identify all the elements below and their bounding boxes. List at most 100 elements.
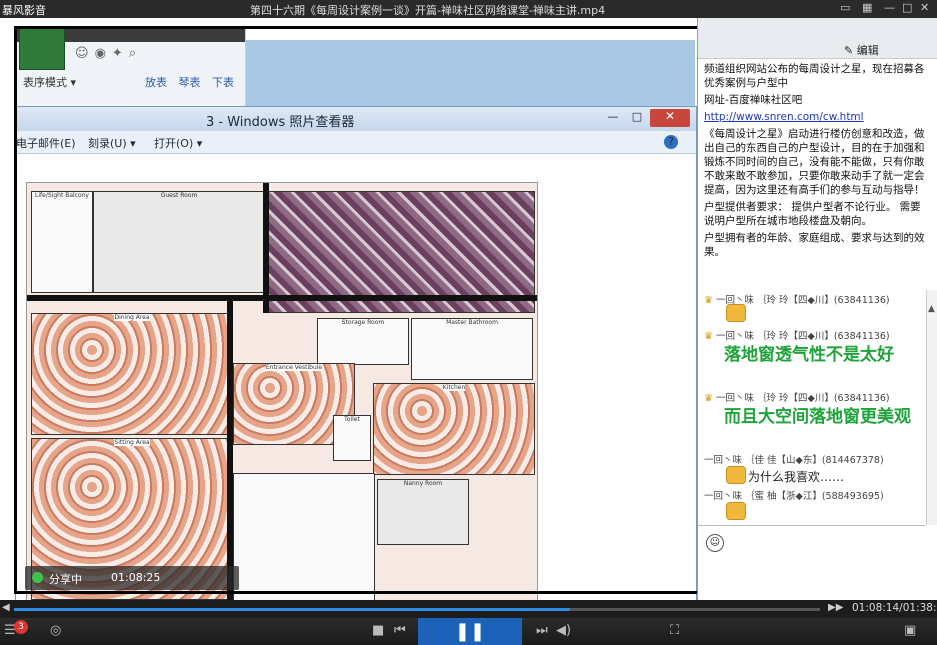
previous-icon[interactable]: ⏮ [394, 623, 406, 638]
viewer-minimize-button[interactable]: — [602, 110, 624, 126]
floor-plan-image: Life/Sight Balcony Guest Room Dining Are… [26, 182, 538, 604]
room-balcony: Life/Sight Balcony [31, 191, 93, 293]
emoji-picker-icon[interactable]: ☺ [706, 534, 724, 552]
image-canvas[interactable]: Life/Sight Balcony Guest Room Dining Are… [16, 154, 696, 604]
stairwell [233, 473, 375, 601]
frame-line [14, 26, 17, 594]
maximize-icon[interactable]: □ [902, 1, 912, 14]
frame-line [14, 591, 810, 594]
notice-line: 户型提供者要求： 提供户型者不论行业。 需要说明户型所在城市地段楼盘及朝向。 [704, 201, 921, 227]
room-dining: Dining Area [31, 313, 233, 435]
thumbs-up-icon [726, 502, 746, 520]
menu-burn[interactable]: 刻录(U) ▾ [88, 135, 136, 151]
chat-input-area[interactable]: ☺ [698, 525, 926, 601]
help-icon[interactable]: ? [664, 135, 678, 149]
wall [27, 295, 537, 301]
emoji-icon [726, 466, 746, 484]
notification-badge[interactable]: 3 [14, 620, 28, 634]
avatar[interactable] [19, 28, 65, 70]
crown-icon: ♛ [704, 331, 713, 342]
user-icon[interactable]: ☺ [75, 46, 95, 61]
room-label: Dining Area [114, 314, 150, 321]
room-label: Storage Room [341, 319, 385, 326]
room-label: Kitchen [442, 384, 466, 391]
edit-button[interactable]: ✎ 编辑 [844, 42, 879, 58]
time-display: 01:08:14/01:38:0 [852, 602, 937, 614]
room-nanny: Nanny Room [377, 479, 469, 545]
room-master-bathroom: Master Bathroom [411, 318, 533, 380]
chat-header: ✎ 编辑 [698, 18, 937, 59]
toolbox-icon[interactable]: ▣ [904, 623, 916, 638]
pause-button[interactable]: ❚❚ [418, 618, 522, 645]
share-label: 分享中 [49, 573, 82, 586]
chat-scrollbar[interactable]: ▲ [926, 290, 937, 525]
edit-label: 编辑 [856, 44, 879, 57]
viewer-title: 3 - Windows 照片查看器 [206, 115, 355, 130]
wall [263, 183, 269, 313]
video-title: 第四十六期《每周设计案例一谈》开篇-禅味社区网络课堂-禅味主讲.mp4 [250, 4, 606, 17]
room-label: Entrance Vestibule [265, 364, 323, 371]
next-icon[interactable]: ⏭ [536, 623, 548, 638]
share-status-badge[interactable]: 分享中 01:08:25 [25, 566, 239, 590]
viewer-menu-bar: 电子邮件(E) 刻录(U) ▾ 打开(O) ▾ ? [16, 131, 696, 154]
room-label: Master Bathroom [446, 319, 498, 326]
room-kitchen: Kitchen [373, 383, 535, 475]
sender-name[interactable]: 一回丶味 ｛玲 玲【四◆川】(63841136) [716, 393, 890, 404]
menu-open[interactable]: 打开(O) ▾ [154, 135, 202, 151]
stop-icon[interactable]: ■ [372, 623, 384, 638]
room-label: Life/Sight Balcony [35, 192, 89, 199]
notice-line: 频道组织网站公布的每周设计之星，现在招募各优秀案例与户型中 [704, 63, 925, 89]
skin-icon[interactable]: ▦ [862, 1, 872, 14]
chat-panel: ✎ 编辑 频道组织网站公布的每周设计之星，现在招募各优秀案例与户型中 网址-百度… [697, 18, 937, 601]
panel-button-2[interactable]: 琴表 [179, 76, 201, 89]
message-text: 落地窗透气性不是太好 [724, 345, 894, 365]
message-list: ♛ 一回丶味 ｛玲 玲【四◆川】(63841136) ♛ 一回丶味 ｛玲 玲【四… [698, 290, 924, 525]
player-title-bar: 暴风影音 第四十六期《每周设计案例一谈》开篇-禅味社区网络课堂-禅味主讲.mp4… [0, 0, 937, 18]
crown-icon: ♛ [704, 295, 713, 306]
app-name[interactable]: 暴风影音 [2, 2, 46, 18]
menu-email[interactable]: 电子邮件(E) [16, 135, 76, 151]
location-icon[interactable]: ◉ [95, 46, 112, 61]
qq-panel: ☺◉✦⌕ 表序模式 ▾ 放表 琴表 下表 [15, 28, 246, 108]
sender-name[interactable]: 一回丶味 ｛佳 佳【山◆东】(814467378) [704, 455, 884, 466]
sender-name[interactable]: 一回丶味 ｛蜜 柚【浙◆江】(588493695) [704, 491, 884, 502]
room-label: Guest Room [160, 192, 198, 199]
rewind-icon[interactable]: ◀ [2, 602, 10, 613]
minimize-icon[interactable]: — [884, 1, 895, 14]
volume-icon[interactable]: ◀) [556, 623, 571, 638]
menu-icon[interactable]: ☰ [4, 623, 16, 638]
mode-selector[interactable]: 表序模式 ▾ [23, 74, 76, 90]
notice-line: 《每周设计之星》启动进行楼仿创意和改造，做出自己的东西自己的户型设计，目的在于加… [704, 128, 925, 196]
forward-icon[interactable]: ▶▶ [828, 602, 843, 613]
viewer-title-bar: 3 - Windows 照片查看器 — □ ✕ [16, 107, 696, 131]
panel-button-1[interactable]: 放表 [145, 76, 167, 89]
settings-icon[interactable]: ✦ [112, 46, 129, 61]
scroll-up-icon[interactable]: ▲ [928, 304, 937, 316]
wall [227, 301, 233, 601]
chat-icon[interactable]: ▭ [840, 1, 850, 14]
close-icon[interactable]: ✕ [920, 1, 929, 14]
message-sender: 一回丶味 ｛蜜 柚【浙◆江】(588493695) [704, 488, 884, 502]
panel-button-3[interactable]: 下表 [212, 76, 234, 89]
search-icon[interactable]: ⌕ [129, 46, 142, 61]
message-sender: 一回丶味 ｛佳 佳【山◆东】(814467378) [704, 452, 884, 466]
room-storage: Storage Room [317, 318, 409, 365]
room-label: Sitting Area [114, 439, 150, 446]
notice-line: 网址-百度禅味社区吧 [704, 94, 803, 106]
sender-name[interactable]: 一回丶味 ｛玲 玲【四◆川】(63841136) [716, 331, 890, 342]
progress-bar[interactable]: ◀ ▶▶ 01:08:14/01:38:0 [0, 600, 937, 618]
total-time: 01:38:0 [902, 602, 937, 614]
room-guest: Guest Room [93, 191, 265, 293]
notice-link[interactable]: http://www.snren.com/cw.html [704, 110, 926, 124]
viewer-close-button[interactable]: ✕ [650, 109, 690, 127]
control-bar: 3 ☰ ◎ ■ ⏮ ❚❚ ⏭ ◀) ⛶ ▣ [0, 618, 937, 645]
playlist-icon[interactable]: ◎ [50, 623, 61, 638]
notice-line: 户型拥有者的年龄、家庭组成、要求与达到的效果。 [704, 232, 925, 258]
panel-icons: ☺◉✦⌕ [75, 46, 142, 61]
photo-viewer-window: 3 - Windows 照片查看器 — □ ✕ 电子邮件(E) 刻录(U) ▾ … [15, 106, 697, 604]
panel-buttons: 放表 琴表 下表 [145, 74, 242, 90]
share-time: 01:08:25 [111, 571, 161, 584]
fullscreen-icon[interactable]: ⛶ [670, 623, 679, 638]
viewer-maximize-button[interactable]: □ [626, 110, 648, 126]
frame-line [14, 26, 810, 29]
